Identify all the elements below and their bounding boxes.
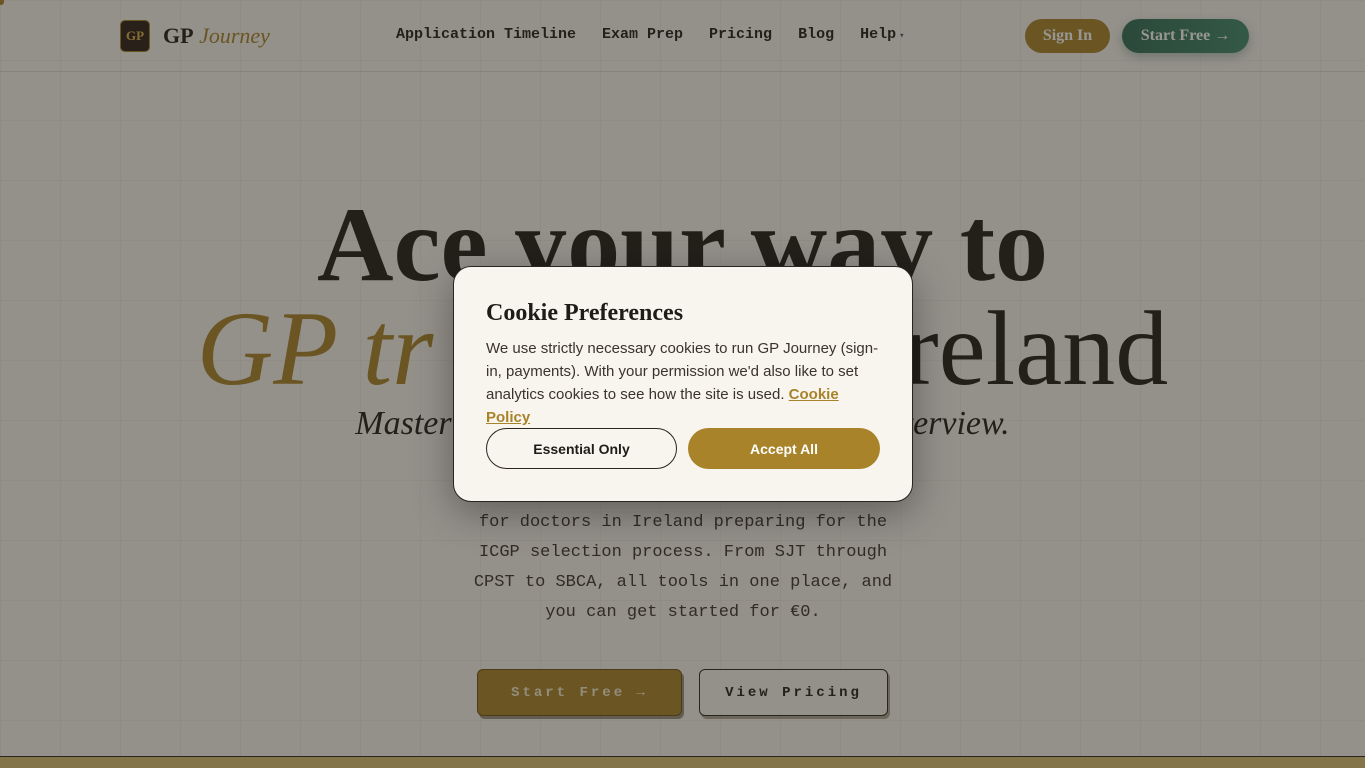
accept-all-button[interactable]: Accept All	[688, 428, 880, 469]
cookie-dialog-text: We use strictly necessary cookies to run…	[486, 337, 886, 429]
cookie-dialog-title: Cookie Preferences	[486, 300, 684, 326]
essential-only-button[interactable]: Essential Only	[486, 428, 677, 469]
cookie-preferences-dialog: Cookie Preferences We use strictly neces…	[453, 266, 913, 502]
